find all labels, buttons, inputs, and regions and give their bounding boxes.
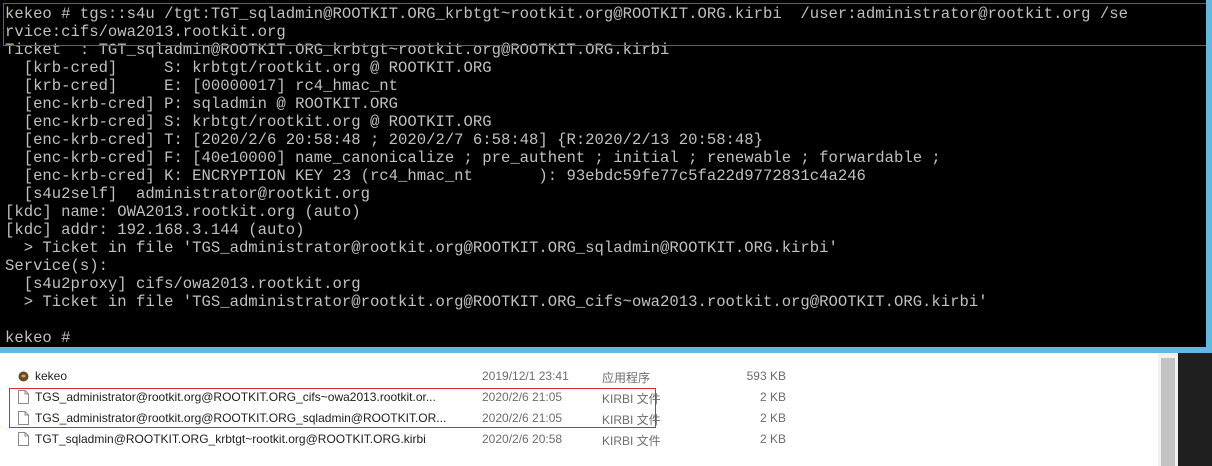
file-size: 2 KB (759, 390, 786, 404)
command-highlight-box (3, 3, 1206, 46)
file-type: 应用程序 (602, 371, 651, 385)
file-row-kekeo[interactable]: kekeo 2019/12/1 23:41 应用程序 593 KB (0, 366, 1160, 387)
console-line: [krb-cred] E: [00000017] rc4_hmac_nt (5, 77, 399, 95)
file-name: TGT_sqladmin@ROOTKIT.ORG_krbtgt~rootkit.… (35, 432, 426, 446)
file-date: 2019/12/1 23:41 (482, 369, 569, 383)
file-type: KIRBI 文件 (602, 434, 661, 448)
console-line: [kdc] addr: 192.168.3.144 (auto) (5, 221, 305, 239)
console-window[interactable]: kekeo # tgs::s4u /tgt:TGT_sqladmin@ROOTK… (0, 0, 1206, 347)
console-line: [s4u2self] administrator@rootkit.org (5, 185, 370, 203)
console-line: [enc-krb-cred] P: sqladmin @ ROOTKIT.ORG (5, 95, 399, 113)
console-prompt[interactable]: kekeo # (5, 329, 71, 347)
file-row-tgt-sqladmin[interactable]: TGT_sqladmin@ROOTKIT.ORG_krbtgt~rootkit.… (0, 429, 1160, 450)
file-size: 2 KB (759, 411, 786, 425)
console-line: [kdc] name: OWA2013.rootkit.org (auto) (5, 203, 361, 221)
files-highlight-box (9, 388, 656, 428)
console-line: > Ticket in file 'TGS_administrator@root… (5, 293, 988, 311)
window-edge (1178, 353, 1212, 466)
file-size: 593 KB (746, 369, 786, 383)
file-date: 2020/2/6 20:58 (482, 432, 563, 446)
console-line: Service(s): (5, 257, 108, 275)
console-line: [enc-krb-cred] K: ENCRYPTION KEY 23 (rc4… (5, 167, 866, 185)
console-line: [krb-cred] S: krbtgt/rootkit.org @ ROOTK… (5, 59, 492, 77)
console-line: [enc-krb-cred] T: [2020/2/6 20:58:48 ; 2… (5, 131, 763, 149)
console-line: [s4u2proxy] cifs/owa2013.rootkit.org (5, 275, 361, 293)
application-icon (18, 371, 29, 382)
file-list: kekeo 2019/12/1 23:41 应用程序 593 KB TGS_ad… (0, 353, 1212, 466)
console-line: > Ticket in file 'TGS_administrator@root… (5, 239, 838, 257)
file-icon (18, 432, 29, 446)
file-size: 2 KB (759, 432, 786, 446)
console-line: [enc-krb-cred] F: [40e10000] name_canoni… (5, 149, 941, 167)
file-name: kekeo (35, 369, 68, 383)
console-line: [enc-krb-cred] S: krbtgt/rootkit.org @ R… (5, 113, 492, 131)
scrollbar-thumb[interactable] (1161, 358, 1175, 466)
console-border (1206, 0, 1212, 352)
